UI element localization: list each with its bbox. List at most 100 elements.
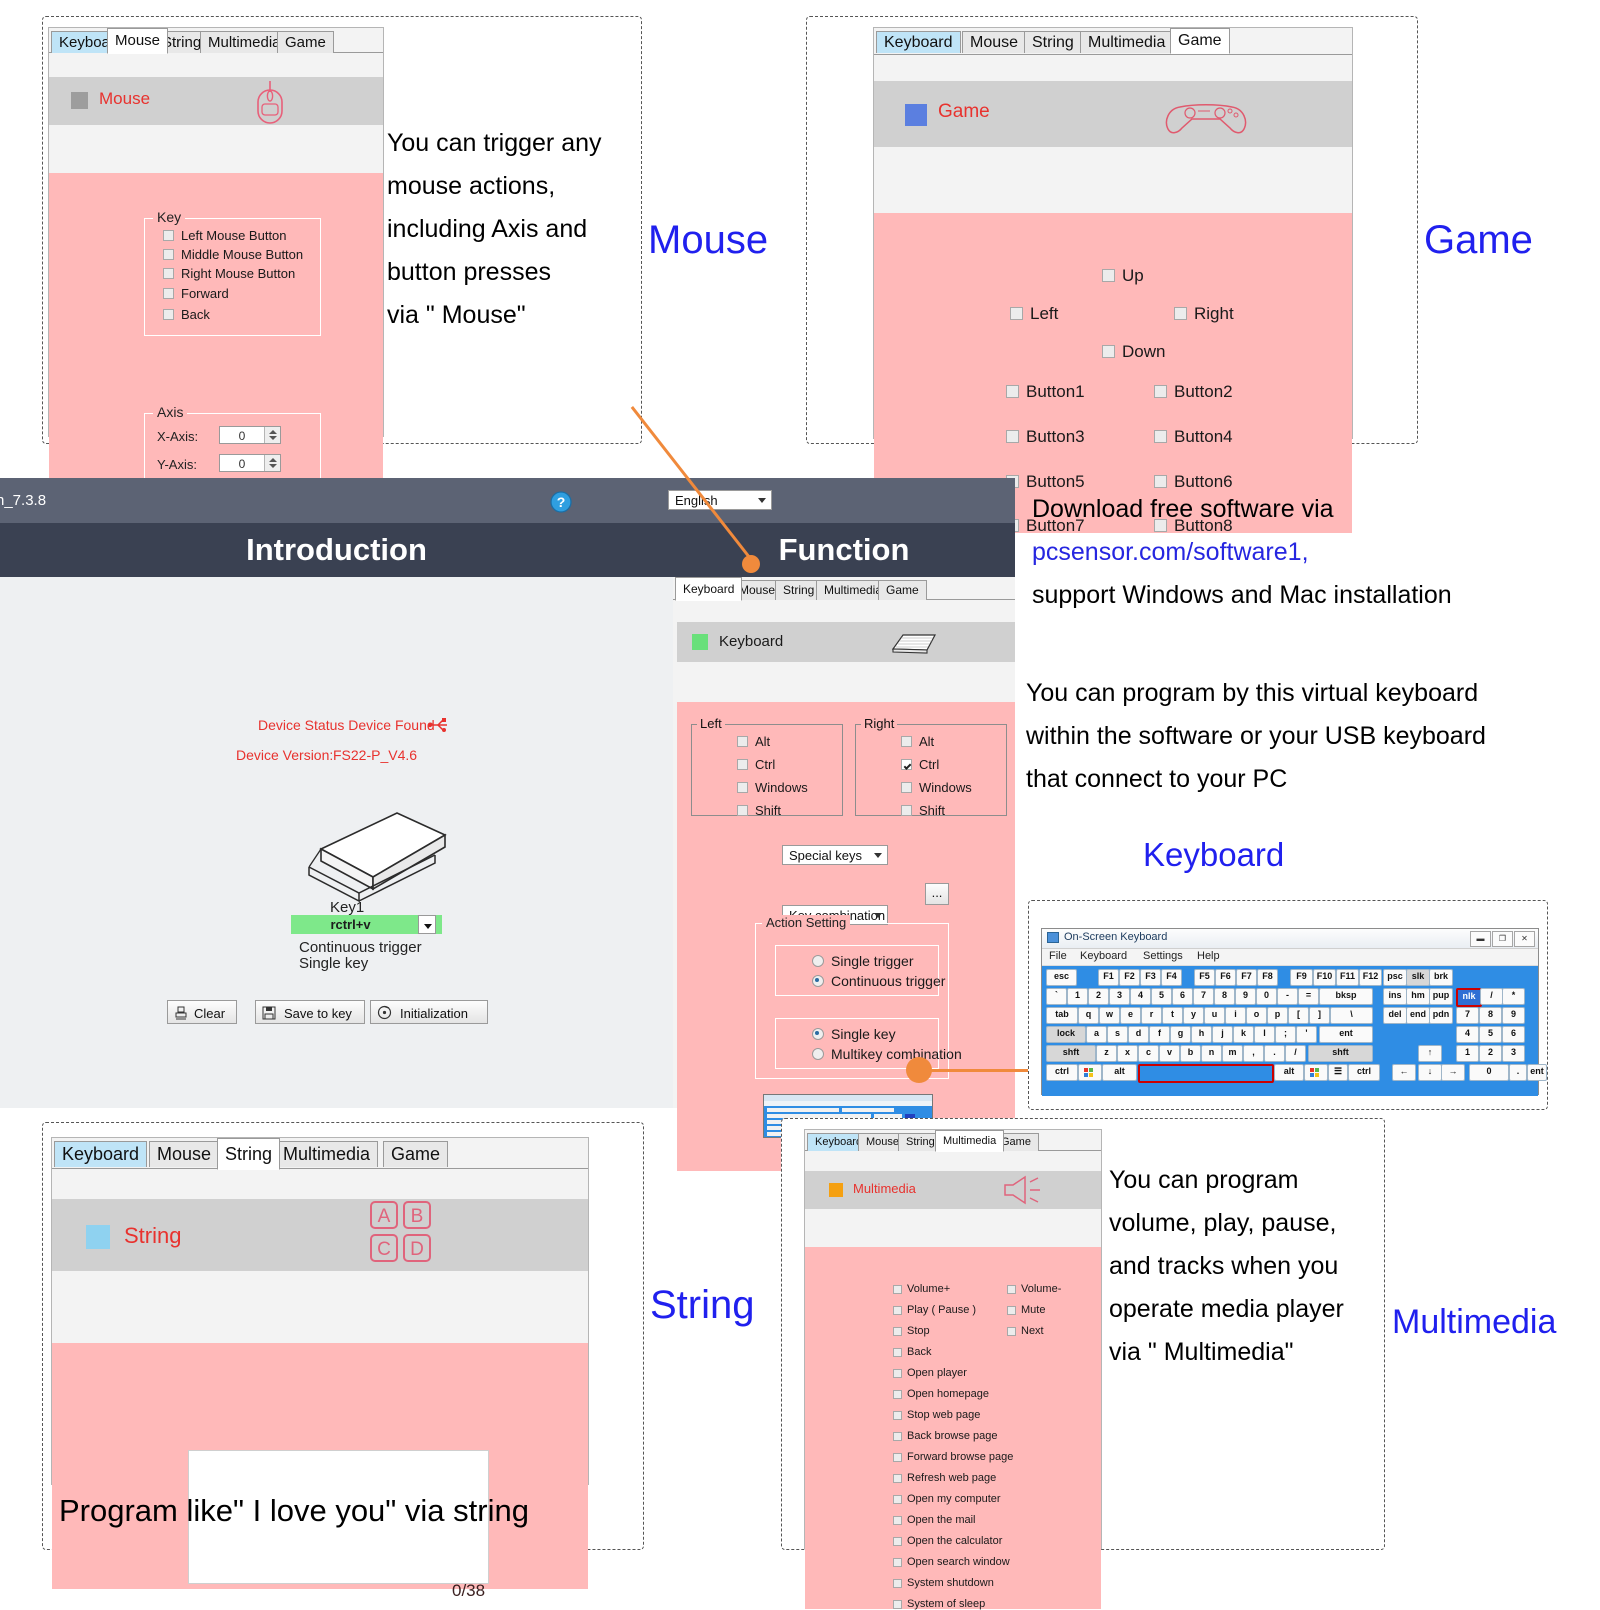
radio-dot[interactable] [812,1028,824,1041]
checkbox-open-search-window[interactable]: Open search window [893,1556,1010,1568]
checkbox-box[interactable] [1154,385,1167,399]
checkbox-box[interactable] [893,1410,902,1420]
key-quote[interactable]: ' [1296,1026,1317,1043]
checkbox-button2[interactable]: Button2 [1154,381,1233,402]
tab-game[interactable]: Game [277,31,334,53]
key-shift-right[interactable]: shft [1308,1045,1373,1062]
key-c[interactable]: c [1138,1045,1159,1062]
checkbox-box[interactable] [1102,269,1115,283]
checkbox-box[interactable] [163,249,174,261]
menu-keyboard[interactable]: Keyboard [1080,950,1127,962]
tab-string[interactable]: String [217,1138,281,1170]
checkbox-left-windows[interactable]: Windows [737,779,808,795]
key-f3[interactable]: F3 [1140,969,1161,986]
checkbox-box[interactable] [1007,1326,1016,1336]
key-comma[interactable]: , [1243,1045,1264,1062]
checkbox-up[interactable]: Up [1102,265,1144,286]
checkbox-volume-down[interactable]: Volume- [1007,1283,1061,1295]
key-alt-right[interactable]: alt [1274,1064,1304,1081]
key-numpad-6[interactable]: 6 [1502,1026,1525,1043]
menu-help[interactable]: Help [1197,950,1220,962]
key-arrow-down[interactable]: ↓ [1418,1064,1442,1081]
x-axis-stepper[interactable]: 0 [219,426,281,444]
key-hm[interactable]: hm [1406,988,1430,1005]
checkbox-left-shift[interactable]: Shift [737,802,781,818]
key-2[interactable]: 2 [1088,988,1109,1005]
key-space[interactable] [1138,1064,1274,1083]
checkbox-right-windows[interactable]: Windows [901,779,972,795]
radio-dot[interactable] [812,955,824,968]
key-f5[interactable]: F5 [1194,969,1215,986]
key-f8[interactable]: F8 [1257,969,1278,986]
minimize-icon[interactable]: ▬ [1470,931,1491,947]
key-5[interactable]: 5 [1151,988,1172,1005]
key-backtick[interactable]: ` [1046,988,1067,1005]
key-numpad-period[interactable]: . [1509,1064,1527,1081]
tab-game[interactable]: Game [1170,28,1230,54]
key-semicolon[interactable]: ; [1275,1026,1296,1043]
checkbox-box[interactable] [737,805,748,817]
key-numpad-3[interactable]: 3 [1502,1045,1525,1062]
key-v[interactable]: v [1159,1045,1180,1062]
checkbox-box[interactable] [893,1284,902,1294]
key-7[interactable]: 7 [1193,988,1214,1005]
checkbox-button4[interactable]: Button4 [1154,426,1233,447]
tab-multimedia[interactable]: Multimedia [200,31,289,53]
key-l[interactable]: l [1254,1026,1275,1043]
key-arrow-up[interactable]: ↑ [1418,1045,1442,1062]
checkbox-right-shift[interactable]: Shift [901,802,945,818]
checkbox-button3[interactable]: Button3 [1006,426,1085,447]
checkbox-open-homepage[interactable]: Open homepage [893,1388,989,1400]
key-lock[interactable]: lock [1046,1026,1086,1043]
key-pup[interactable]: pup [1429,988,1453,1005]
chevron-down-icon[interactable] [758,498,766,503]
key-numpad-5[interactable]: 5 [1479,1026,1502,1043]
key-p[interactable]: p [1267,1007,1288,1024]
radio-single-key[interactable]: Single key [812,1025,896,1042]
checkbox-forward-browse-page[interactable]: Forward browse page [893,1451,1013,1463]
checkbox-right[interactable]: Right [1174,303,1234,324]
checkbox-back[interactable]: Back [893,1346,931,1358]
checkbox-box[interactable] [893,1578,902,1588]
key-arrow-right[interactable]: → [1441,1064,1465,1081]
checkbox-box[interactable] [893,1515,902,1525]
checkbox-forward[interactable]: Forward [163,285,229,301]
tab-keyboard[interactable]: Keyboard [54,1141,148,1167]
radio-dot[interactable] [812,1048,824,1061]
tab-mouse[interactable]: Mouse [149,1141,220,1167]
key-menu-icon[interactable]: ☰ [1328,1064,1348,1081]
checkbox-box[interactable] [1102,345,1115,359]
key-ctrl-left[interactable]: ctrl [1046,1064,1078,1081]
checkbox-box[interactable] [893,1494,902,1504]
tab-keyboard[interactable]: Keyboard [675,577,743,601]
checkbox-play-pause[interactable]: Play ( Pause ) [893,1304,976,1316]
checkbox-box[interactable] [893,1347,902,1357]
key-bksp[interactable]: bksp [1319,988,1373,1005]
save-to-key-button[interactable]: Save to key [255,1000,365,1024]
checkbox-box[interactable] [893,1431,902,1441]
close-icon[interactable]: ✕ [1514,931,1535,947]
checkbox-box[interactable] [163,288,174,300]
tab-string[interactable]: String [1024,31,1082,53]
key-equals[interactable]: = [1298,988,1319,1005]
key-ins[interactable]: ins [1383,988,1407,1005]
menu-file[interactable]: File [1049,950,1067,962]
checkbox-box[interactable] [893,1368,902,1378]
key-numpad-divide[interactable]: / [1480,988,1503,1005]
key-period[interactable]: . [1264,1045,1285,1062]
checkbox-down[interactable]: Down [1102,341,1165,362]
checkbox-box[interactable] [163,230,174,242]
checkbox-mute[interactable]: Mute [1007,1304,1045,1316]
menu-settings[interactable]: Settings [1143,950,1183,962]
chevron-down-icon[interactable] [874,853,882,858]
checkbox-open-the-mail[interactable]: Open the mail [893,1514,975,1526]
checkbox-button1[interactable]: Button1 [1006,381,1085,402]
key-x[interactable]: x [1117,1045,1138,1062]
key-numpad-4[interactable]: 4 [1456,1026,1479,1043]
key-0[interactable]: 0 [1256,988,1277,1005]
key-numpad-8[interactable]: 8 [1479,1007,1502,1024]
initialization-button[interactable]: Initialization [370,1000,488,1024]
checkbox-middle-mouse-button[interactable]: Middle Mouse Button [163,246,303,262]
key-f6[interactable]: F6 [1215,969,1236,986]
checkbox-box[interactable] [893,1599,902,1609]
